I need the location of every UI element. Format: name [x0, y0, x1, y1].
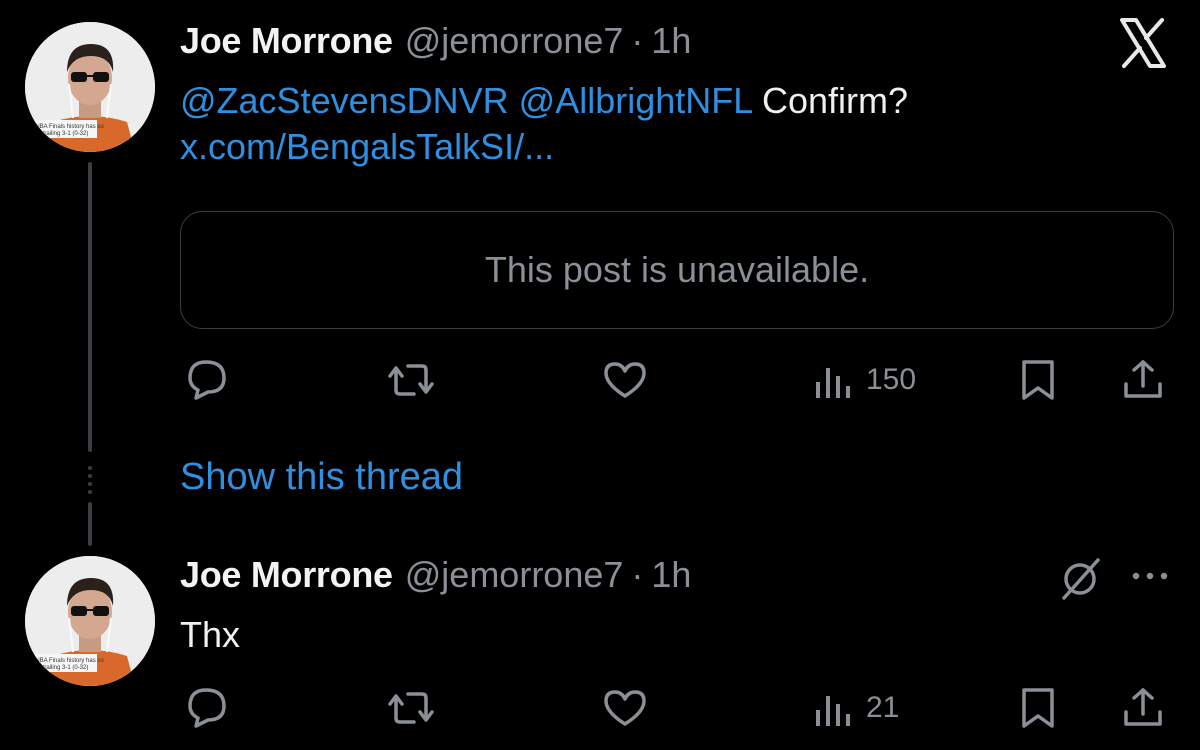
- bookmark-icon: [1022, 360, 1054, 400]
- thread-line-lower: [88, 502, 92, 546]
- header-separator: ·: [631, 20, 644, 61]
- tweet-timestamp[interactable]: 1h: [651, 20, 691, 62]
- author-name[interactable]: Joe Morrone: [180, 554, 393, 596]
- share-icon: [1124, 360, 1162, 398]
- share-icon: [1124, 688, 1162, 726]
- heart-icon: [604, 690, 646, 726]
- unavailable-post-card[interactable]: This post is unavailable.: [180, 211, 1174, 329]
- reply-icon: [188, 360, 226, 400]
- repost-button[interactable]: [384, 684, 438, 732]
- show-thread-link[interactable]: Show this thread: [180, 456, 463, 499]
- heart-icon: [604, 362, 646, 398]
- tweet-text: Thx: [180, 614, 241, 655]
- views-chart-icon: [816, 368, 850, 398]
- mention-link[interactable]: @AllbrightNFL: [519, 80, 752, 121]
- avatar-caption-line-2: from trailing 3-1 (0-32): [29, 665, 88, 671]
- author-handle[interactable]: @jemorrone7: [405, 554, 624, 596]
- grok-icon[interactable]: [1058, 556, 1104, 602]
- thread-line: [88, 162, 92, 452]
- tweet-body: @ZacStevensDNVR @AllbrightNFL Confirm? x…: [180, 78, 1140, 170]
- repost-icon: [388, 692, 434, 724]
- views-chart-icon: [816, 696, 850, 726]
- author-name[interactable]: Joe Morrone: [180, 20, 393, 62]
- tweet-url-link[interactable]: x.com/BengalsTalkSI/...: [180, 126, 554, 167]
- header-separator: ·: [631, 554, 644, 595]
- views-count: 21: [866, 691, 900, 724]
- avatar-caption-line-2: from trailing 3-1 (0-32): [29, 131, 88, 137]
- tweet-body: Thx: [180, 612, 240, 658]
- reply-button[interactable]: [180, 684, 234, 732]
- reply-button[interactable]: [180, 356, 234, 404]
- bookmark-button[interactable]: [1016, 684, 1060, 732]
- tweet-timestamp[interactable]: 1h: [651, 554, 691, 596]
- tweet-header: Joe Morrone @jemorrone7 · 1h: [180, 20, 691, 62]
- more-options-icon[interactable]: [1128, 566, 1172, 586]
- views-count: 150: [866, 363, 917, 396]
- reply-icon: [188, 688, 226, 728]
- thread-gap-dots: [84, 462, 96, 498]
- like-button[interactable]: [598, 356, 652, 404]
- avatar-caption-line-1: in NBA Finals history has co: [29, 658, 104, 664]
- unavailable-post-text: This post is unavailable.: [484, 249, 870, 290]
- like-button[interactable]: [598, 684, 652, 732]
- mention-link[interactable]: @ZacStevensDNVR: [180, 80, 509, 121]
- views-button[interactable]: 150: [812, 356, 916, 404]
- avatar[interactable]: in NBA Finals history has co from traili…: [25, 22, 155, 152]
- bookmark-button[interactable]: [1016, 356, 1060, 404]
- tweet-text: Confirm?: [761, 80, 908, 121]
- share-button[interactable]: [1118, 356, 1168, 404]
- avatar-caption-line-1: in NBA Finals history has co: [29, 124, 104, 130]
- repost-icon: [388, 364, 434, 396]
- tweet-header: Joe Morrone @jemorrone7 · 1h: [180, 554, 691, 596]
- avatar[interactable]: in NBA Finals history has co from traili…: [25, 556, 155, 686]
- share-button[interactable]: [1118, 684, 1168, 732]
- repost-button[interactable]: [384, 356, 438, 404]
- bookmark-icon: [1022, 688, 1054, 728]
- views-button[interactable]: 21: [812, 684, 899, 732]
- x-logo-icon[interactable]: [1116, 16, 1170, 70]
- author-handle[interactable]: @jemorrone7: [405, 20, 624, 62]
